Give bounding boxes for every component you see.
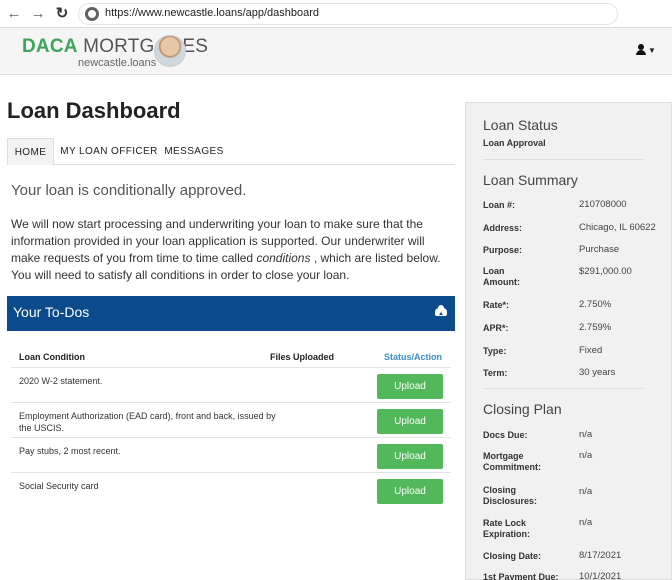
loan-officer-avatar (154, 35, 186, 67)
summary-value: 2.759% (579, 322, 612, 333)
closing-label: Rate Lock Expiration: (483, 518, 531, 539)
closing-label: Mortgage Commitment: (483, 451, 541, 472)
forward-arrow-icon[interactable]: → (28, 4, 48, 24)
conditions-term: conditions (256, 251, 311, 265)
user-icon (636, 44, 646, 55)
table-row: Social Security card Upload (11, 472, 451, 507)
closing-label: Docs Due: (483, 430, 528, 440)
user-menu[interactable]: ▼ (636, 43, 656, 58)
summary-value: $291,000.00 (579, 266, 632, 277)
chevron-down-icon: ▼ (648, 46, 656, 55)
tab-bar: HOME MY LOAN OFFICER MESSAGES (7, 138, 455, 165)
loan-status-value: Loan Approval (483, 138, 546, 148)
closing-label: Closing Date: (483, 551, 542, 561)
summary-label: Type: (483, 346, 507, 356)
condition-text: Pay stubs, 2 most recent. (19, 446, 121, 456)
summary-label: Rate*: (483, 300, 510, 310)
summary-value: 30 years (579, 367, 616, 378)
back-arrow-icon[interactable]: ← (4, 4, 24, 24)
closing-label: 1st Payment Due: (483, 572, 559, 580)
todo-header[interactable]: Your To-Dos (7, 296, 455, 331)
loan-summary-heading: Loan Summary (483, 172, 578, 188)
column-header-status[interactable]: Status/Action (384, 352, 442, 362)
closing-value: 10/1/2021 (579, 571, 622, 580)
tab-home[interactable]: HOME (7, 138, 54, 165)
site-info-icon[interactable] (85, 7, 99, 21)
closing-value: n/a (579, 429, 593, 440)
summary-value: Purchase (579, 244, 620, 255)
divider (483, 159, 643, 160)
address-bar[interactable]: https://www.newcastle.loans/app/dashboar… (78, 3, 618, 25)
url-text: https://www.newcastle.loans/app/dashboar… (105, 7, 320, 19)
table-row: 2020 W-2 statement. Upload (11, 367, 451, 402)
upload-button[interactable]: Upload (377, 479, 443, 504)
column-header-condition: Loan Condition (19, 352, 85, 362)
loan-status-heading: Loan Status (483, 117, 558, 133)
closing-label: Closing Disclosures: (483, 485, 538, 506)
page-title: Loan Dashboard (7, 98, 181, 123)
reload-icon[interactable]: ↻ (52, 4, 72, 24)
condition-text: 2020 W-2 statement. (19, 376, 103, 386)
loan-status-message: Your loan is conditionally approved. (11, 182, 247, 199)
summary-value: Fixed (579, 345, 603, 356)
upload-button[interactable]: Upload (377, 374, 443, 399)
logo-daca: DACA (22, 36, 78, 57)
browser-toolbar: ← → ↻ https://www.newcastle.loans/app/da… (0, 0, 672, 28)
condition-text: Social Security card (19, 481, 99, 491)
tab-my-loan-officer[interactable]: MY LOAN OFFICER (59, 138, 159, 165)
table-row: Pay stubs, 2 most recent. Upload (11, 437, 451, 472)
summary-value: 2.750% (579, 299, 612, 310)
todo-title: Your To-Dos (13, 304, 90, 320)
summary-value: 210708000 (579, 199, 627, 210)
upload-button[interactable]: Upload (377, 409, 443, 434)
closing-plan-heading: Closing Plan (483, 401, 562, 417)
summary-label: Loan #: (483, 200, 516, 210)
column-header-files: Files Uploaded (270, 352, 335, 362)
closing-value: n/a (579, 450, 593, 461)
tab-messages[interactable]: MESSAGES (163, 138, 225, 165)
summary-label: Address: (483, 223, 523, 233)
closing-value: 8/17/2021 (579, 550, 622, 561)
closing-value: n/a (579, 486, 593, 497)
loan-sidebar: Loan Status Loan Approval Loan Summary L… (465, 102, 672, 580)
logo-subtitle: newcastle.loans (78, 57, 157, 69)
closing-value: n/a (579, 517, 593, 528)
summary-label: APR*: (483, 323, 509, 333)
divider (483, 388, 643, 389)
summary-label: Term: (483, 368, 508, 378)
upload-button[interactable]: Upload (377, 444, 443, 469)
summary-value: Chicago, IL 60622 (579, 222, 656, 233)
summary-label: Loan Amount: (483, 266, 520, 287)
summary-label: Purpose: (483, 245, 523, 255)
logo-mortgages: MORTGAGES (77, 36, 209, 57)
table-row: Employment Authorization (EAD card), fro… (11, 402, 451, 437)
cloud-upload-icon[interactable] (435, 305, 447, 316)
intro-paragraph: We will now start processing and underwr… (11, 216, 451, 284)
condition-text: Employment Authorization (EAD card), fro… (19, 411, 276, 433)
site-header: DACA MORTGAGES newcastle.loans (0, 28, 672, 75)
